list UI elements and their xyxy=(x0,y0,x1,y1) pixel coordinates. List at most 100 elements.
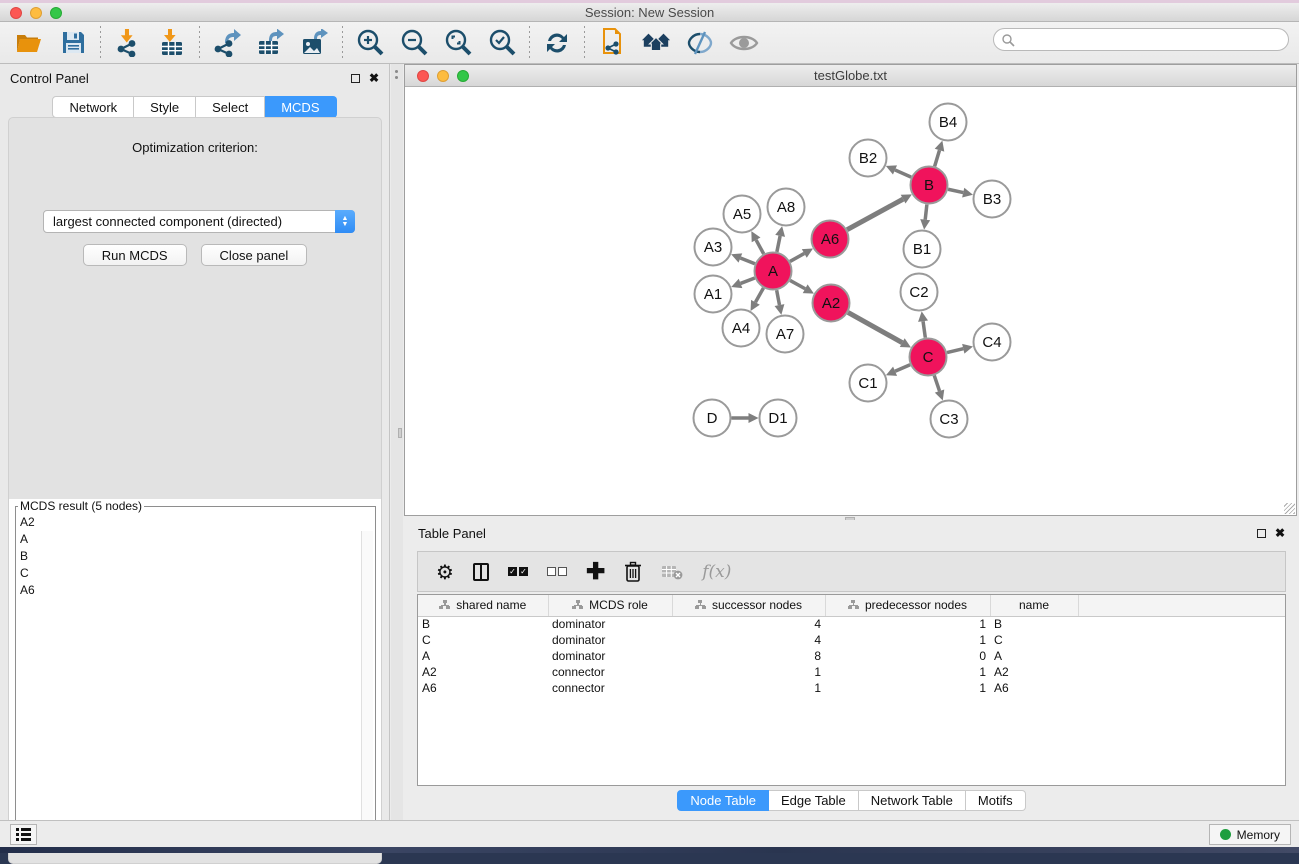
edge-B-B2[interactable] xyxy=(895,170,911,177)
table-row[interactable]: A2connector11A2 xyxy=(418,664,1285,680)
mcds-result-item[interactable]: A xyxy=(16,530,375,547)
edge-B-B3[interactable] xyxy=(948,189,963,192)
cell-predecessor_nodes[interactable]: 1 xyxy=(825,664,990,680)
edge-A-A3[interactable] xyxy=(740,258,755,264)
criterion-dropdown[interactable]: largest connected component (directed) ▲… xyxy=(43,210,355,233)
split-divider[interactable] xyxy=(391,64,403,820)
edge-A-A8[interactable] xyxy=(777,236,780,252)
float-panel-icon[interactable] xyxy=(1257,529,1266,538)
tab-network-table[interactable]: Network Table xyxy=(859,790,966,811)
import-table-icon[interactable] xyxy=(157,28,187,58)
task-history-button[interactable] xyxy=(10,824,37,845)
cell-predecessor_nodes[interactable]: 0 xyxy=(825,648,990,664)
tab-edge-table[interactable]: Edge Table xyxy=(769,790,859,811)
edge-A-A4[interactable] xyxy=(755,288,763,302)
memory-button[interactable]: Memory xyxy=(1209,824,1291,845)
table-row[interactable]: A6connector11A6 xyxy=(418,680,1285,696)
cell-name[interactable]: A xyxy=(990,648,1078,664)
refresh-layout-icon[interactable] xyxy=(542,28,572,58)
run-mcds-button[interactable]: Run MCDS xyxy=(83,244,187,266)
edge-C-C4[interactable] xyxy=(947,349,963,353)
network-canvas[interactable]: B4B2BB3A8A5A6A3B1AC2A1A2A4A7C4CC1DD1C3 xyxy=(405,87,1296,515)
cell-shared_name[interactable]: A xyxy=(418,648,548,664)
edge-B-B1[interactable] xyxy=(925,204,927,219)
select-all-icon[interactable]: ✓✓ xyxy=(508,567,528,576)
tab-network[interactable]: Network xyxy=(52,96,134,118)
edge-A-A1[interactable] xyxy=(741,278,755,283)
edge-A6-B[interactable] xyxy=(847,199,903,230)
mcds-result-list[interactable]: A2ABCA6 xyxy=(16,513,375,831)
table-row[interactable]: Bdominator41B xyxy=(418,616,1285,632)
mcds-list-scrollbar[interactable] xyxy=(361,531,373,849)
cell-predecessor_nodes[interactable]: 1 xyxy=(825,632,990,648)
cell-successor_nodes[interactable]: 1 xyxy=(672,680,825,696)
tab-mcds[interactable]: MCDS xyxy=(265,96,336,118)
column-chooser-icon[interactable] xyxy=(473,563,489,581)
vertical-split-handle[interactable] xyxy=(398,428,402,438)
zoom-in-icon[interactable] xyxy=(355,28,385,58)
column-header-predecessor-nodes[interactable]: predecessor nodes xyxy=(825,595,990,616)
node-table[interactable]: shared nameMCDS rolesuccessor nodesprede… xyxy=(417,594,1286,786)
column-header-shared-name[interactable]: shared name xyxy=(418,595,548,616)
network-zoom-button[interactable] xyxy=(457,70,469,82)
cell-successor_nodes[interactable]: 1 xyxy=(672,664,825,680)
minimize-window-button[interactable] xyxy=(30,7,42,19)
close-panel-icon[interactable]: ✖ xyxy=(369,72,379,84)
network-from-selection-icon[interactable] xyxy=(597,28,627,58)
gear-icon[interactable]: ⚙ xyxy=(436,562,454,582)
edge-C-C1[interactable] xyxy=(895,365,910,372)
zoom-out-icon[interactable] xyxy=(399,28,429,58)
column-header-MCDS-role[interactable]: MCDS role xyxy=(548,595,672,616)
zoom-window-button[interactable] xyxy=(50,7,62,19)
cell-shared_name[interactable]: C xyxy=(418,632,548,648)
cell-successor_nodes[interactable]: 8 xyxy=(672,648,825,664)
add-column-icon[interactable]: ✚ xyxy=(586,560,605,583)
search-input[interactable] xyxy=(1015,33,1275,47)
edge-C-C3[interactable] xyxy=(934,375,939,391)
tab-node-table[interactable]: Node Table xyxy=(677,790,769,811)
cell-mcds_role[interactable]: dominator xyxy=(548,616,672,632)
network-graph[interactable]: B4B2BB3A8A5A6A3B1AC2A1A2A4A7C4CC1DD1C3 xyxy=(405,87,1298,515)
cell-name[interactable]: A6 xyxy=(990,680,1078,696)
cell-mcds_role[interactable]: connector xyxy=(548,680,672,696)
table-row[interactable]: Adominator80A xyxy=(418,648,1285,664)
cell-successor_nodes[interactable]: 4 xyxy=(672,616,825,632)
mcds-result-item[interactable]: C xyxy=(16,564,375,581)
graphics-details-icon[interactable] xyxy=(685,28,715,58)
close-panel-icon[interactable]: ✖ xyxy=(1275,527,1285,539)
cell-mcds_role[interactable]: dominator xyxy=(548,632,672,648)
tab-motifs[interactable]: Motifs xyxy=(966,790,1026,811)
edge-A2-C[interactable] xyxy=(848,312,902,342)
cell-shared_name[interactable]: A6 xyxy=(418,680,548,696)
cybrowser-home-icon[interactable] xyxy=(641,28,671,58)
cell-mcds_role[interactable]: dominator xyxy=(548,648,672,664)
mcds-result-item[interactable]: A2 xyxy=(16,513,375,530)
float-panel-icon[interactable] xyxy=(351,74,360,83)
eye-icon[interactable] xyxy=(729,28,759,58)
mcds-result-item[interactable]: A6 xyxy=(16,581,375,598)
cell-shared_name[interactable]: A2 xyxy=(418,664,548,680)
table-row[interactable]: Cdominator41C xyxy=(418,632,1285,648)
cell-name[interactable]: A2 xyxy=(990,664,1078,680)
export-table-icon[interactable] xyxy=(256,28,286,58)
zoom-fit-icon[interactable] xyxy=(443,28,473,58)
search-field[interactable] xyxy=(993,28,1289,51)
tab-style[interactable]: Style xyxy=(134,96,196,118)
column-header-name[interactable]: name xyxy=(990,595,1078,616)
network-minimize-button[interactable] xyxy=(437,70,449,82)
close-window-button[interactable] xyxy=(10,7,22,19)
mcds-result-item[interactable]: B xyxy=(16,547,375,564)
save-session-icon[interactable] xyxy=(58,28,88,58)
delete-column-icon[interactable] xyxy=(624,561,642,582)
export-image-icon[interactable] xyxy=(300,28,330,58)
close-panel-button[interactable]: Close panel xyxy=(201,244,308,266)
zoom-selected-icon[interactable] xyxy=(487,28,517,58)
cell-predecessor_nodes[interactable]: 1 xyxy=(825,616,990,632)
unselect-all-icon[interactable] xyxy=(547,567,567,576)
cell-predecessor_nodes[interactable]: 1 xyxy=(825,680,990,696)
import-network-icon[interactable] xyxy=(113,28,143,58)
tab-select[interactable]: Select xyxy=(196,96,265,118)
cell-name[interactable]: B xyxy=(990,616,1078,632)
edge-A-A5[interactable] xyxy=(756,240,764,254)
resize-grip-icon[interactable] xyxy=(1284,503,1295,514)
